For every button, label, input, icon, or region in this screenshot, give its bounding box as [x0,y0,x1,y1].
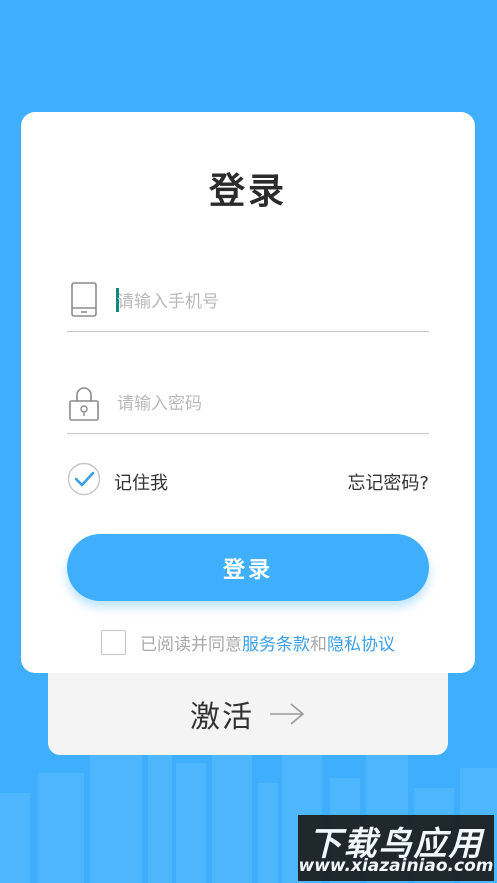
phone-icon [71,282,97,317]
phone-input[interactable] [115,283,419,321]
remember-row: 记住我 忘记密码? [67,462,429,498]
watermark-url: www.xiazainiao.com [298,856,494,876]
page-title: 登录 [208,171,287,212]
lock-icon [69,387,99,421]
password-input[interactable] [115,385,419,423]
arrow-right-icon [270,703,305,725]
watermark-logo: 下载鸟应用 www.xiazainiao.com [298,815,494,881]
password-field[interactable] [67,381,429,434]
agreement-row: 已阅读并同意 服务条款 和 隐私协议 [21,628,475,656]
remember-checkbox-check-icon[interactable] [67,462,101,496]
privacy-link[interactable]: 隐私协议 [327,630,395,655]
activate-label: 激活 [190,700,254,735]
forgot-password-link[interactable]: 忘记密码? [347,469,429,495]
terms-link[interactable]: 服务条款 [242,630,310,655]
activate-button[interactable]: 激活 [48,674,448,754]
agree-and: 和 [310,634,327,655]
phone-field[interactable] [67,279,429,332]
login-card: 登录 记住我 忘记密码? 登录 已阅读并同意 服务条款 和 隐私协议 [21,112,475,673]
remember-label[interactable]: 记住我 [114,469,168,495]
agree-checkbox[interactable] [101,629,126,655]
login-button[interactable]: 登录 [67,534,429,601]
agree-prefix: 已阅读并同意 [140,634,242,655]
